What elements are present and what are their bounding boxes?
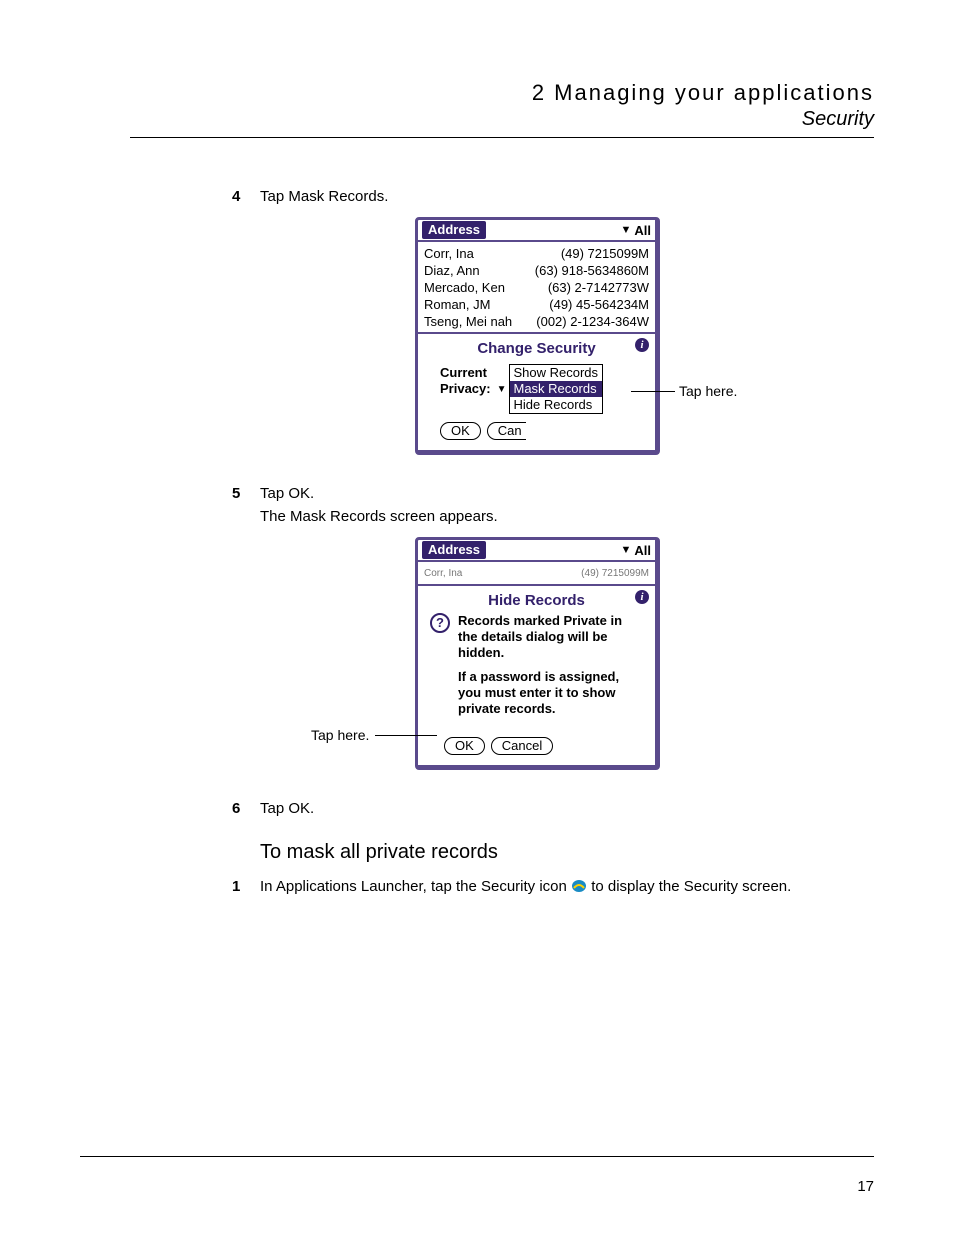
category-label: All xyxy=(634,223,651,238)
page-header: 2 Managing your applications Security xyxy=(180,80,874,131)
page-number: 17 xyxy=(857,1178,874,1195)
cancel-button-partial[interactable]: Can xyxy=(487,422,526,440)
figure-change-security: Address ▼ All Corr, Ina(49) 7215099M Dia… xyxy=(415,217,874,455)
step-text: Tap Mask Records. xyxy=(260,188,388,205)
callout-line xyxy=(375,735,437,736)
step-number: 5 xyxy=(232,485,240,502)
dialog-title: Change Security xyxy=(426,340,647,357)
footer-rule xyxy=(80,1156,874,1157)
palm-screen-1: Address ▼ All Corr, Ina(49) 7215099M Dia… xyxy=(415,217,660,455)
privacy-dropdown[interactable]: ▼ Show Records Mask Records Hide Records xyxy=(497,365,603,414)
list-item[interactable]: Mercado, Ken(63) 2-7142773W xyxy=(424,279,649,296)
security-icon xyxy=(571,879,587,893)
category-selector[interactable]: ▼ All xyxy=(620,223,651,238)
step-number: 1 xyxy=(232,878,240,895)
ok-button[interactable]: OK xyxy=(444,737,485,755)
help-icon: ? xyxy=(430,613,450,633)
dialog-message: Records marked Private in the details di… xyxy=(458,613,643,725)
step-text: Tap OK. xyxy=(260,800,314,817)
option-show-records[interactable]: Show Records xyxy=(510,365,603,381)
address-list: Corr, Ina(49) 7215099M Diaz, Ann(63) 918… xyxy=(418,242,655,332)
list-item[interactable]: Roman, JM(49) 45-564234M xyxy=(424,296,649,313)
subsection-heading: To mask all private records xyxy=(260,841,874,864)
option-mask-records[interactable]: Mask Records xyxy=(510,381,603,397)
callout-tap-here: Tap here. xyxy=(311,727,369,743)
callout-line xyxy=(631,391,675,392)
info-icon[interactable]: i xyxy=(635,338,649,352)
chevron-down-icon: ▼ xyxy=(497,384,507,395)
app-title: Address xyxy=(422,541,486,559)
dropdown-list: Show Records Mask Records Hide Records xyxy=(509,364,604,414)
callout-tap-here: Tap here. xyxy=(679,383,737,399)
chevron-down-icon: ▼ xyxy=(620,224,631,236)
list-item[interactable]: Corr, Ina(49) 7215099M xyxy=(424,245,649,262)
figure-hide-records: Address ▼ All Corr, Ina(49) 7215099M i H… xyxy=(415,537,874,770)
step-number: 6 xyxy=(232,800,240,817)
list-item: Corr, Ina(49) 7215099M xyxy=(424,565,649,582)
list-item[interactable]: Diaz, Ann(63) 918-5634860M xyxy=(424,262,649,279)
list-item[interactable]: Tseng, Mei nah(002) 2-1234-364W xyxy=(424,313,649,330)
substep-1: 1 In Applications Launcher, tap the Secu… xyxy=(260,878,874,895)
step-6: 6 Tap OK. xyxy=(260,800,874,817)
header-rule xyxy=(130,137,874,138)
app-titlebar: Address ▼ All xyxy=(418,220,655,242)
app-title: Address xyxy=(422,221,486,239)
step-5: 5 Tap OK. The Mask Records screen appear… xyxy=(260,485,874,525)
category-selector[interactable]: ▼ All xyxy=(620,543,651,558)
chevron-down-icon: ▼ xyxy=(620,544,631,556)
chapter-title: 2 Managing your applications xyxy=(180,80,874,106)
cancel-button[interactable]: Cancel xyxy=(491,737,553,755)
step-text-before: In Applications Launcher, tap the Securi… xyxy=(260,878,571,895)
section-title: Security xyxy=(180,108,874,131)
hide-records-dialog: i Hide Records ? Records marked Private … xyxy=(418,584,655,765)
app-titlebar: Address ▼ All xyxy=(418,540,655,562)
current-privacy-label: Current Privacy: xyxy=(440,365,491,397)
step-number: 4 xyxy=(232,188,240,205)
palm-screen-2: Address ▼ All Corr, Ina(49) 7215099M i H… xyxy=(415,537,660,770)
option-hide-records[interactable]: Hide Records xyxy=(510,397,603,413)
info-icon[interactable]: i xyxy=(635,590,649,604)
address-list-partial: Corr, Ina(49) 7215099M xyxy=(418,562,655,584)
category-label: All xyxy=(634,543,651,558)
dialog-title: Hide Records xyxy=(426,592,647,609)
change-security-dialog: i Change Security Current Privacy: ▼ Sho… xyxy=(418,332,655,450)
step-text: Tap OK. xyxy=(260,485,314,502)
step-text-after: to display the Security screen. xyxy=(591,878,791,895)
step-subtext: The Mask Records screen appears. xyxy=(260,508,874,525)
ok-button[interactable]: OK xyxy=(440,422,481,440)
step-4: 4 Tap Mask Records. xyxy=(260,188,874,205)
